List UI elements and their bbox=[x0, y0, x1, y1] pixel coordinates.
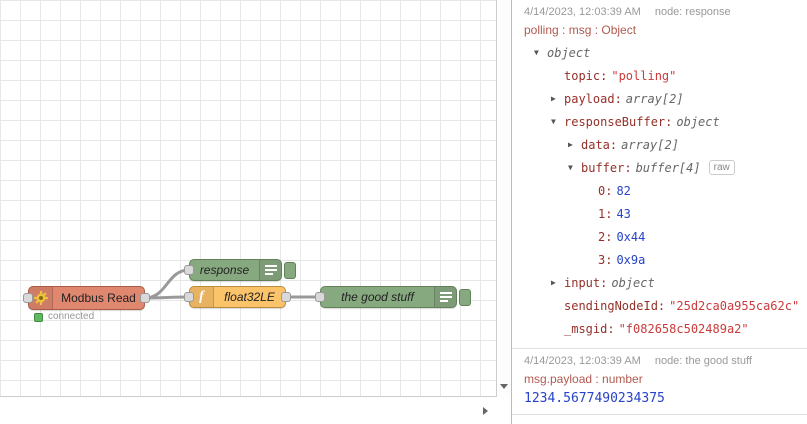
debug-timestamp: 4/14/2023, 12:03:39 AM bbox=[524, 355, 641, 367]
tree-value: array[2] bbox=[625, 91, 684, 106]
debug-timestamp: 4/14/2023, 12:03:39 AM bbox=[524, 6, 641, 18]
wire-modbus-to-func[interactable] bbox=[143, 295, 191, 300]
port-func-out[interactable] bbox=[281, 292, 291, 302]
caret-open-icon[interactable]: ▼ bbox=[568, 163, 581, 172]
debug-tree-row[interactable]: ▼ object bbox=[524, 41, 799, 64]
debug-source-node: node: the good stuff bbox=[654, 355, 752, 367]
debug-tree: ▼ object topic: "polling" ▶ payload: array[2] ▼… bbox=[524, 41, 799, 340]
debug-tree-row: 1: 43 bbox=[524, 202, 799, 225]
node-float32le[interactable]: f float32LE bbox=[189, 286, 286, 308]
debug-tree-row[interactable]: ▶ input: object bbox=[524, 271, 799, 294]
caret-closed-icon[interactable]: ▶ bbox=[551, 94, 564, 103]
tree-value: 43 bbox=[616, 206, 631, 221]
tree-key: topic: bbox=[564, 68, 608, 83]
node-label: float32LE bbox=[224, 290, 275, 304]
debug-tree-row[interactable]: ▶ payload: array[2] bbox=[524, 87, 799, 110]
tree-value: 82 bbox=[616, 183, 631, 198]
debug-toggle-response[interactable] bbox=[284, 262, 296, 279]
port-response-in[interactable] bbox=[184, 265, 194, 275]
tree-value: "polling" bbox=[611, 68, 677, 83]
debug-message: 4/14/2023, 12:03:39 AM node: response po… bbox=[512, 0, 807, 349]
debug-tree-row: 0: 82 bbox=[524, 179, 799, 202]
tree-value: 0x44 bbox=[616, 229, 646, 244]
tree-key: sendingNodeId: bbox=[564, 298, 666, 313]
node-the-good-stuff-debug[interactable]: the good stuff bbox=[320, 286, 457, 308]
debug-tree-row: 2: 0x44 bbox=[524, 225, 799, 248]
debug-message: 4/14/2023, 12:03:39 AM node: the good st… bbox=[512, 349, 807, 415]
caret-open-icon[interactable]: ▼ bbox=[551, 117, 564, 126]
debug-tree-row: _msgid: "f082658c502489a2" bbox=[524, 317, 799, 340]
flow-canvas[interactable]: Modbus Read response f float32LE the goo… bbox=[0, 0, 497, 397]
node-label: the good stuff bbox=[341, 290, 414, 304]
tree-key: 3: bbox=[598, 252, 613, 267]
debug-source-node: node: response bbox=[654, 6, 731, 18]
function-glyph: f bbox=[199, 289, 204, 304]
port-func-in[interactable] bbox=[184, 292, 194, 302]
canvas-vertical-scrollbar[interactable] bbox=[498, 0, 511, 397]
debug-message-path: msg.payload : number bbox=[524, 372, 643, 386]
tree-value: array[2] bbox=[621, 137, 679, 152]
tree-value: buffer[4] bbox=[635, 160, 701, 175]
scroll-right-arrow-icon[interactable] bbox=[483, 407, 488, 415]
status-connected-indicator bbox=[34, 313, 43, 322]
tree-value: "f082658c502489a2" bbox=[618, 321, 749, 336]
debug-tree-row[interactable]: ▼ responseBuffer: object bbox=[524, 110, 799, 133]
port-modbus-in[interactable] bbox=[23, 293, 33, 303]
tree-key: payload: bbox=[564, 91, 622, 106]
debug-list-icon bbox=[434, 287, 456, 307]
tree-value: object bbox=[611, 275, 655, 290]
debug-tree-row[interactable]: ▼ buffer: buffer[4] raw bbox=[524, 156, 799, 179]
tree-value: 0x9a bbox=[616, 252, 646, 267]
port-modbus-out[interactable] bbox=[140, 293, 150, 303]
debug-tree-row: topic: "polling" bbox=[524, 64, 799, 87]
node-response-debug[interactable]: response bbox=[189, 259, 282, 281]
tree-key: input: bbox=[564, 275, 608, 290]
tree-key: 2: bbox=[598, 229, 613, 244]
tree-value: object bbox=[547, 45, 591, 60]
tree-key: responseBuffer: bbox=[564, 114, 673, 129]
scroll-down-arrow-icon[interactable] bbox=[500, 384, 508, 389]
debug-list-icon bbox=[259, 260, 281, 280]
debug-tree-row: 3: 0x9a bbox=[524, 248, 799, 271]
debug-tree-row: sendingNodeId: "25d2ca0a955ca62c" bbox=[524, 294, 799, 317]
tree-key: data: bbox=[581, 137, 618, 152]
tree-key: 1: bbox=[598, 206, 613, 221]
node-label: Modbus Read bbox=[61, 291, 136, 305]
raw-button[interactable]: raw bbox=[708, 160, 735, 175]
node-modbus-read[interactable]: Modbus Read bbox=[28, 286, 145, 310]
debug-sidebar[interactable]: 4/14/2023, 12:03:39 AM node: response po… bbox=[511, 0, 807, 424]
tree-key: buffer: bbox=[581, 160, 632, 175]
caret-open-icon[interactable]: ▼ bbox=[534, 48, 547, 57]
node-red-editor: Modbus Read response f float32LE the goo… bbox=[0, 0, 807, 424]
tree-key: 0: bbox=[598, 183, 613, 198]
debug-message-value: 1234.5677490234375 bbox=[524, 391, 665, 406]
caret-closed-icon[interactable]: ▶ bbox=[568, 140, 581, 149]
debug-tree-row[interactable]: ▶ data: array[2] bbox=[524, 133, 799, 156]
wires-layer[interactable] bbox=[0, 0, 497, 397]
debug-message-path: polling : msg : Object bbox=[524, 23, 637, 37]
tree-value: "25d2ca0a955ca62c" bbox=[669, 298, 800, 313]
tree-key: _msgid: bbox=[564, 321, 615, 336]
status-text: connected bbox=[48, 311, 95, 322]
wire-modbus-to-response[interactable] bbox=[143, 268, 191, 300]
caret-closed-icon[interactable]: ▶ bbox=[551, 278, 564, 287]
debug-toggle-goodstuff[interactable] bbox=[459, 289, 471, 306]
tree-value: object bbox=[676, 114, 720, 129]
port-goodstuff-in[interactable] bbox=[315, 292, 325, 302]
node-label: response bbox=[199, 263, 250, 277]
